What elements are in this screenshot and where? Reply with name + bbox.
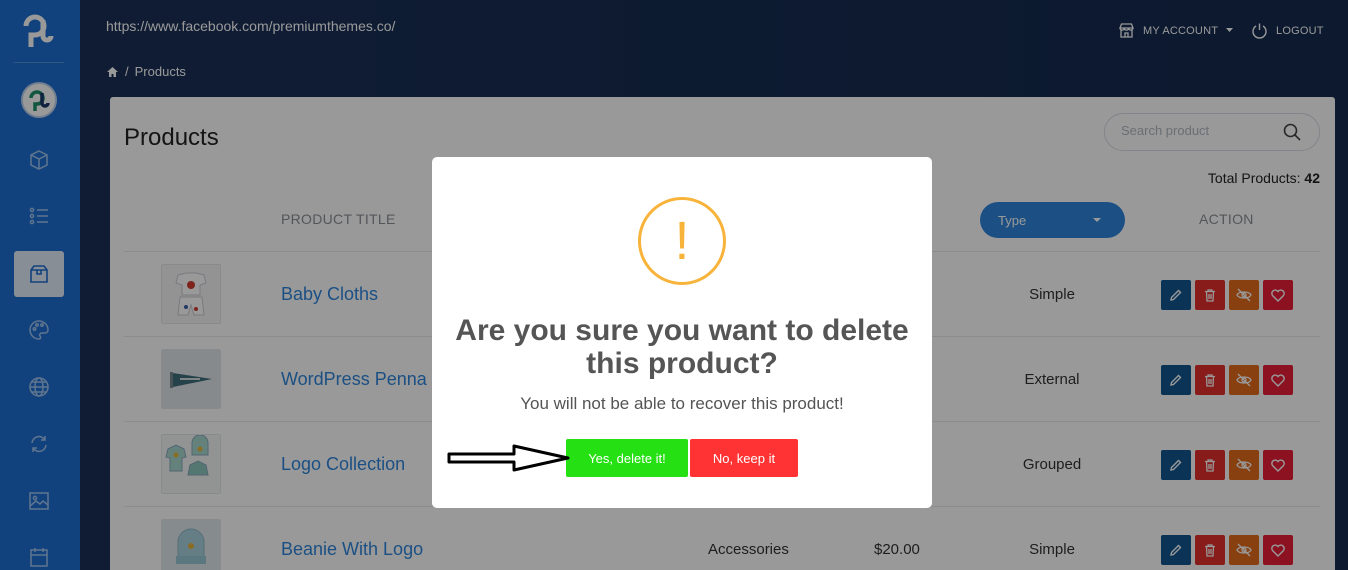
arrow-annotation-icon xyxy=(447,444,570,472)
warning-icon-glyph: ! xyxy=(674,211,690,271)
cancel-delete-button[interactable]: No, keep it xyxy=(690,439,798,477)
warning-icon: ! xyxy=(638,197,726,285)
dialog-title: Are you sure you want to delete this pro… xyxy=(455,314,909,380)
confirm-delete-button[interactable]: Yes, delete it! xyxy=(566,439,688,477)
dialog-message: You will not be able to recover this pro… xyxy=(520,394,844,413)
